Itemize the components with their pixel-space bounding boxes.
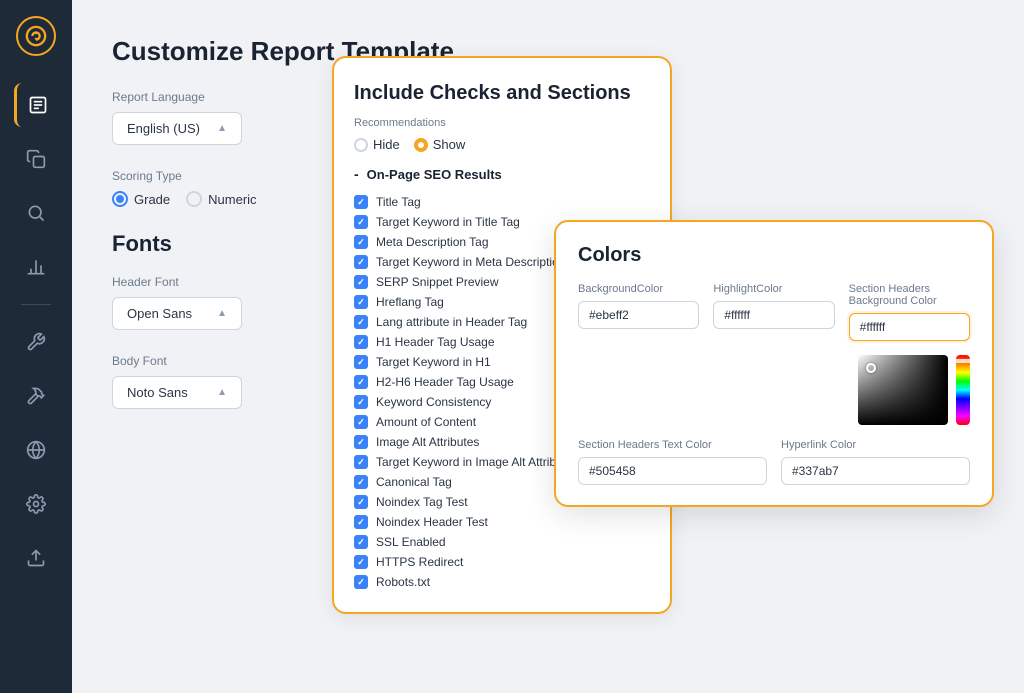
highlight-color-label: HighlightColor	[713, 283, 834, 295]
background-color-value: #ebeff2	[589, 308, 629, 322]
sidebar-divider	[21, 304, 51, 305]
chevron-down-icon-2: ▲	[217, 308, 227, 319]
checks-title: Include Checks and Sections	[354, 82, 650, 105]
check-box	[354, 555, 368, 569]
colors-panel: Colors BackgroundColor #ebeff2 Highlight…	[554, 220, 994, 507]
sidebar-item-hammer[interactable]	[14, 374, 58, 418]
check-box	[354, 395, 368, 409]
section-headers-text-value: #505458	[589, 464, 636, 478]
color-spectrum[interactable]	[956, 355, 970, 425]
hyperlink-color-input[interactable]: #337ab7	[781, 457, 970, 485]
sidebar-item-tool[interactable]	[14, 320, 58, 364]
section-headers-bg-value: #ffffff	[860, 320, 886, 334]
grade-radio[interactable]: Grade	[112, 191, 170, 207]
colors-title: Colors	[578, 244, 970, 267]
check-box	[354, 415, 368, 429]
report-language-dropdown[interactable]: English (US) ▲	[112, 112, 242, 145]
section-bullet: -	[354, 166, 359, 182]
hyperlink-color-value: #337ab7	[792, 464, 839, 478]
background-color-label: BackgroundColor	[578, 283, 699, 295]
color-gradient-picker[interactable]	[858, 355, 948, 425]
numeric-radio-label: Numeric	[208, 192, 256, 207]
numeric-radio-circle	[186, 191, 202, 207]
body-font-dropdown[interactable]: Noto Sans ▲	[112, 376, 242, 409]
check-item-ssl[interactable]: SSL Enabled	[354, 532, 650, 552]
recommendations-label: Recommendations	[354, 117, 650, 129]
check-box	[354, 255, 368, 269]
section-headers-bg-label: Section Headers Background Color	[849, 283, 970, 307]
show-radio[interactable]: Show	[414, 137, 466, 152]
header-font-value: Open Sans	[127, 306, 192, 321]
check-box	[354, 375, 368, 389]
check-item-https[interactable]: HTTPS Redirect	[354, 552, 650, 572]
highlight-color-input[interactable]: #ffffff	[713, 301, 834, 329]
app-logo[interactable]	[16, 16, 56, 56]
check-box	[354, 435, 368, 449]
show-label: Show	[433, 137, 466, 152]
section-header-text: On-Page SEO Results	[367, 167, 502, 182]
section-headers-bg-field: Section Headers Background Color #ffffff	[849, 283, 970, 341]
recommendations-row: Hide Show	[354, 137, 650, 152]
check-box	[354, 515, 368, 529]
highlight-color-field: HighlightColor #ffffff	[713, 283, 834, 341]
colors-top-row: BackgroundColor #ebeff2 HighlightColor #…	[578, 283, 970, 341]
sidebar-item-copy[interactable]	[14, 137, 58, 181]
highlight-color-value: #ffffff	[724, 308, 750, 322]
sidebar-item-upload[interactable]	[14, 536, 58, 580]
body-font-value: Noto Sans	[127, 385, 188, 400]
numeric-radio[interactable]: Numeric	[186, 191, 256, 207]
sidebar	[0, 0, 72, 693]
sidebar-item-search[interactable]	[14, 191, 58, 235]
check-box	[354, 275, 368, 289]
hide-radio[interactable]: Hide	[354, 137, 400, 152]
picker-dot	[866, 363, 876, 373]
sidebar-item-globe[interactable]	[14, 428, 58, 472]
sidebar-item-chart[interactable]	[14, 245, 58, 289]
section-header: - On-Page SEO Results	[354, 166, 650, 182]
hyperlink-color-field: Hyperlink Color #337ab7	[781, 439, 970, 485]
show-radio-circle	[414, 138, 428, 152]
section-headers-text-label: Section Headers Text Color	[578, 439, 767, 451]
section-headers-text-input[interactable]: #505458	[578, 457, 767, 485]
check-box	[354, 455, 368, 469]
background-color-field: BackgroundColor #ebeff2	[578, 283, 699, 341]
hyperlink-color-label: Hyperlink Color	[781, 439, 970, 451]
report-language-value: English (US)	[127, 121, 200, 136]
hide-radio-circle	[354, 138, 368, 152]
color-picker[interactable]	[578, 355, 970, 425]
check-box	[354, 575, 368, 589]
check-box	[354, 535, 368, 549]
chevron-down-icon: ▲	[217, 123, 227, 134]
check-box	[354, 235, 368, 249]
grade-radio-label: Grade	[134, 192, 170, 207]
main-content: Customize Report Template Report Languag…	[72, 0, 1024, 693]
chevron-down-icon-3: ▲	[217, 387, 227, 398]
check-box	[354, 355, 368, 369]
check-box	[354, 315, 368, 329]
check-box	[354, 295, 368, 309]
section-headers-bg-input[interactable]: #ffffff	[849, 313, 970, 341]
sidebar-item-settings[interactable]	[14, 482, 58, 526]
check-item-robots[interactable]: Robots.txt	[354, 572, 650, 592]
check-box	[354, 335, 368, 349]
grade-radio-circle	[112, 191, 128, 207]
check-box	[354, 495, 368, 509]
check-box	[354, 475, 368, 489]
spectrum-thumb	[954, 359, 972, 363]
sidebar-item-edit[interactable]	[14, 83, 58, 127]
header-font-dropdown[interactable]: Open Sans ▲	[112, 297, 242, 330]
colors-bottom-row: Section Headers Text Color #505458 Hyper…	[578, 439, 970, 485]
check-item-title-tag[interactable]: Title Tag	[354, 192, 650, 212]
background-color-input[interactable]: #ebeff2	[578, 301, 699, 329]
check-item-noindex-header[interactable]: Noindex Header Test	[354, 512, 650, 532]
section-headers-text-field: Section Headers Text Color #505458	[578, 439, 767, 485]
check-box	[354, 195, 368, 209]
check-box	[354, 215, 368, 229]
hide-label: Hide	[373, 137, 400, 152]
